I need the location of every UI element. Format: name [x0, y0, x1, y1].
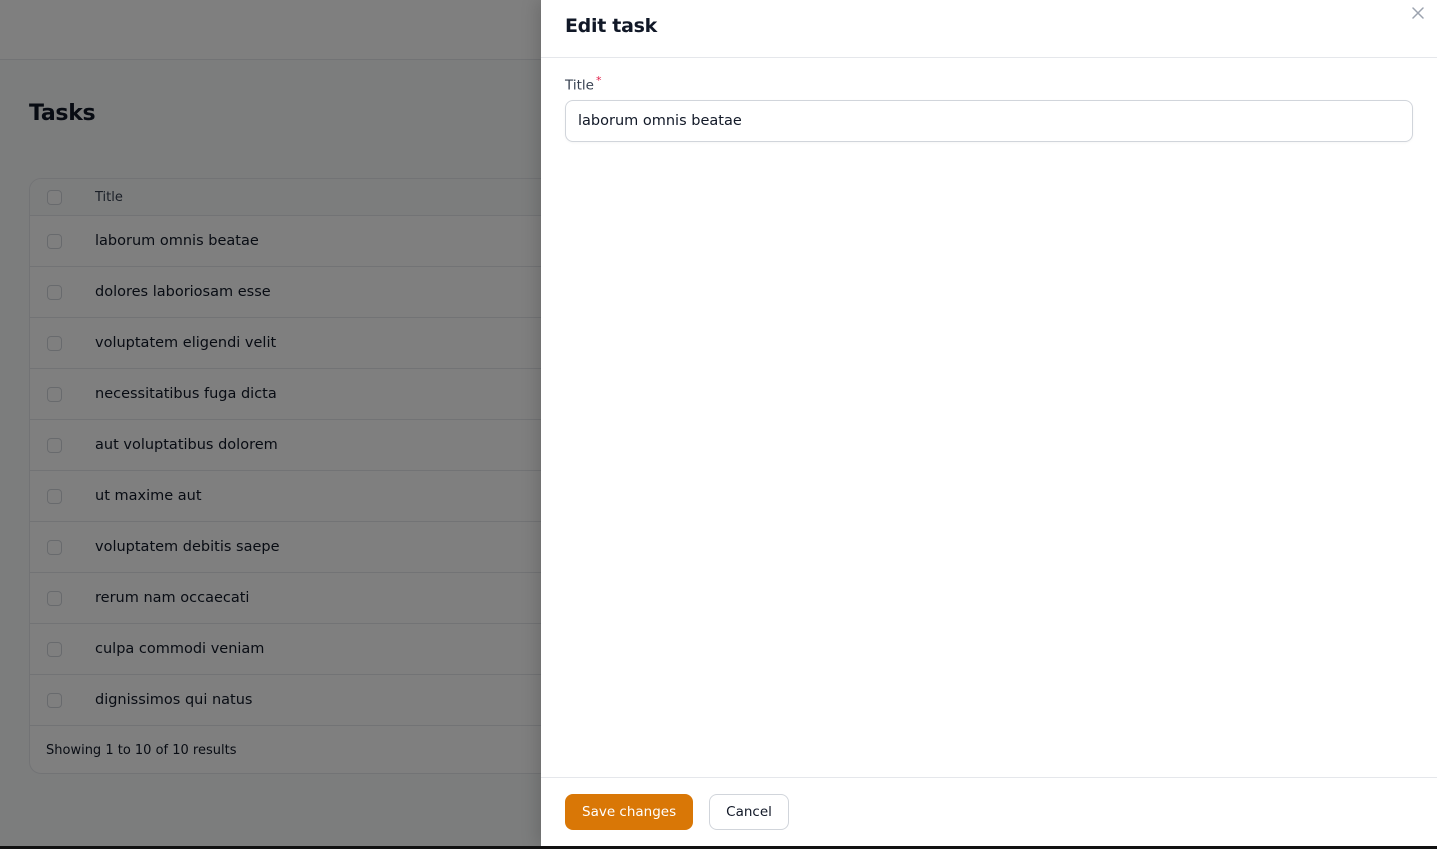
modal-header: Edit task — [541, 0, 1437, 58]
save-changes-button[interactable]: Save changes — [565, 794, 694, 830]
cancel-button[interactable]: Cancel — [709, 794, 789, 830]
title-field-label: Title * — [565, 74, 601, 94]
edit-task-slideover: Edit task Title* Save changes Cancel — [541, 0, 1437, 846]
modal-title: Edit task — [565, 15, 657, 37]
x-icon — [1412, 7, 1424, 19]
required-marker: * — [595, 74, 602, 87]
title-label-text: Title — [565, 77, 594, 94]
modal-footer: Save changes Cancel — [541, 777, 1437, 846]
close-button[interactable] — [1409, 4, 1427, 22]
modal-body: Title * — [541, 58, 1437, 158]
title-input[interactable] — [565, 99, 1413, 142]
